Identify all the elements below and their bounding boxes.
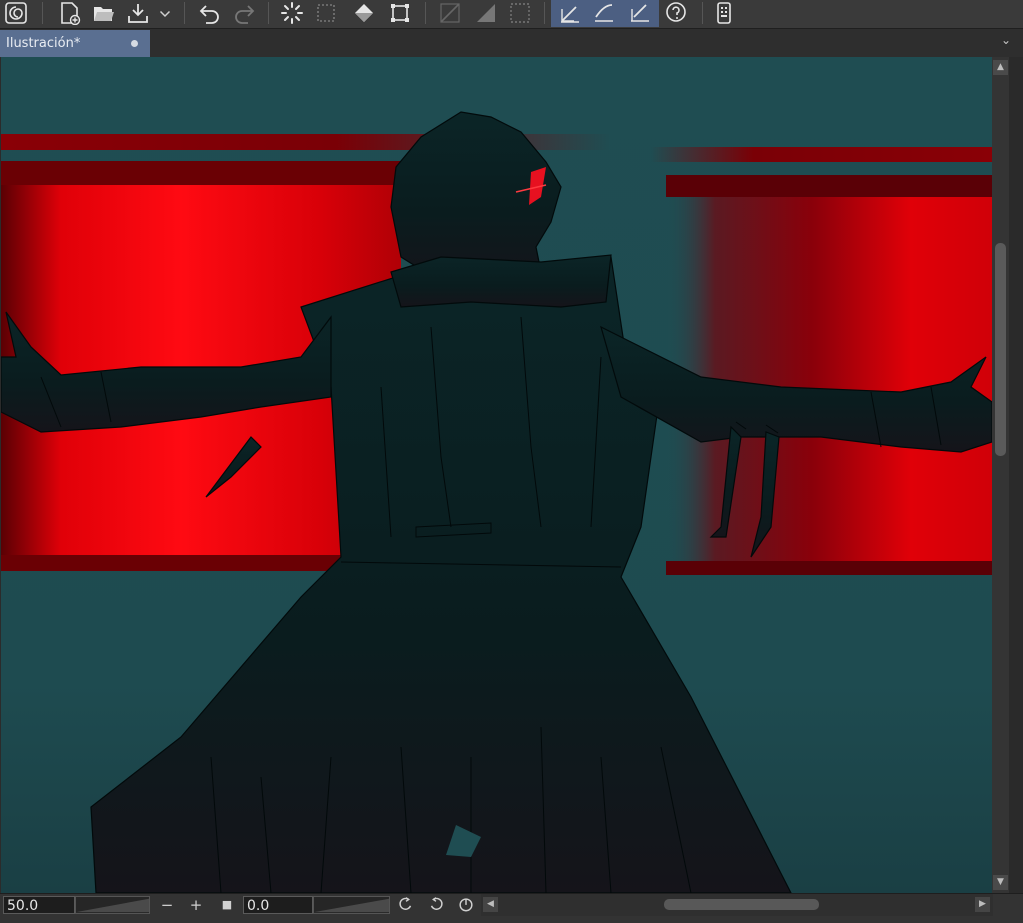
- fit-window-button[interactable]: ■: [217, 895, 237, 915]
- toolbar-separator: [268, 2, 269, 24]
- right-panel-edge: [1009, 57, 1023, 893]
- rotation-input[interactable]: 0.0: [243, 896, 313, 914]
- vertical-scrollbar[interactable]: ▲ ▼: [992, 57, 1009, 893]
- selection-icon[interactable]: [312, 0, 340, 26]
- document-tab[interactable]: Ilustración*: [0, 30, 150, 57]
- document-tab-label: Ilustración*: [6, 36, 81, 51]
- close-tab-dot-icon[interactable]: [131, 40, 138, 47]
- undo-icon[interactable]: [196, 0, 224, 26]
- export-icon[interactable]: [124, 0, 152, 26]
- zoom-slider[interactable]: [75, 896, 150, 914]
- toolbar-separator: [184, 2, 185, 24]
- loading-spinner-icon[interactable]: [278, 0, 306, 26]
- transform-icon[interactable]: [386, 0, 414, 26]
- device-icon[interactable]: [710, 0, 738, 26]
- toolbar-separator: [42, 2, 43, 24]
- scroll-left-icon[interactable]: ◀: [483, 897, 498, 912]
- toolbar-separator: [702, 2, 703, 24]
- main-toolbar: [0, 0, 1023, 28]
- toolbar-separator: [425, 2, 426, 24]
- zoom-in-button[interactable]: +: [186, 895, 206, 915]
- vertical-scroll-thumb[interactable]: [995, 243, 1006, 456]
- toolbar-separator: [544, 2, 545, 24]
- scroll-down-icon[interactable]: ▼: [993, 875, 1008, 890]
- eraser-edit-icon[interactable]: [626, 0, 654, 26]
- drawing-canvas[interactable]: [1, 57, 992, 893]
- tab-list-chevron-icon[interactable]: ⌄: [1001, 33, 1011, 47]
- brush-edit-icon[interactable]: [590, 0, 618, 26]
- fill-icon[interactable]: [350, 0, 378, 26]
- horizontal-scroll-thumb[interactable]: [664, 899, 819, 910]
- rotation-slider[interactable]: [313, 896, 390, 914]
- rotate-left-icon[interactable]: [396, 895, 416, 915]
- rotate-right-icon[interactable]: [426, 895, 446, 915]
- scroll-up-icon[interactable]: ▲: [993, 60, 1008, 75]
- scroll-right-icon[interactable]: ▶: [975, 897, 990, 912]
- pen-edit-icon[interactable]: [556, 0, 584, 26]
- illustration-artwork: [1, 57, 992, 893]
- horizontal-scrollbar[interactable]: ◀ ▶: [481, 894, 993, 916]
- ruler-icon[interactable]: [436, 0, 464, 26]
- canvas-status-bar: 50.0 − + ■ 0.0 ◀ ▶: [0, 893, 1023, 923]
- help-icon[interactable]: [662, 0, 690, 26]
- open-folder-icon[interactable]: [90, 0, 118, 26]
- document-tab-bar: Ilustración* ⌄: [0, 28, 1023, 58]
- dropdown-chevron-icon[interactable]: [156, 0, 174, 26]
- zoom-input[interactable]: 50.0: [3, 896, 75, 914]
- gradient-icon[interactable]: [472, 0, 500, 26]
- frame-icon[interactable]: [506, 0, 534, 26]
- clip-studio-logo-icon[interactable]: [2, 0, 30, 26]
- redo-icon[interactable]: [230, 0, 258, 26]
- new-file-icon[interactable]: [56, 0, 84, 26]
- zoom-out-button[interactable]: −: [157, 895, 177, 915]
- reset-rotation-icon[interactable]: [456, 895, 476, 915]
